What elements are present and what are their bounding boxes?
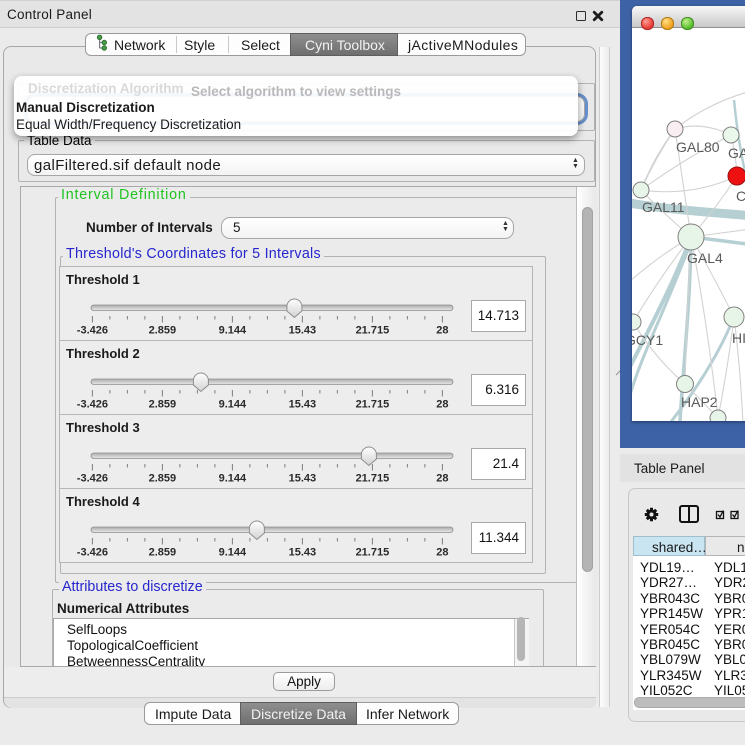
svg-text:28: 28: [436, 473, 448, 485]
svg-text:GAL3: GAL3: [728, 145, 745, 161]
svg-text:-3.426: -3.426: [77, 399, 108, 411]
svg-text:HIS: HIS: [732, 330, 745, 346]
svg-text:Threshold 4: Threshold 4: [66, 494, 140, 509]
svg-text:28: 28: [436, 547, 448, 559]
svg-text:21.715: 21.715: [356, 547, 390, 559]
svg-text:15.43: 15.43: [289, 399, 317, 411]
svg-text:28: 28: [436, 399, 448, 411]
svg-text:9.144: 9.144: [219, 473, 247, 485]
svg-text:-3.426: -3.426: [77, 473, 108, 485]
svg-text:Threshold 3: Threshold 3: [66, 420, 140, 435]
svg-text:28: 28: [436, 325, 448, 337]
svg-text:CDC: CDC: [736, 188, 745, 204]
svg-text:GAL4: GAL4: [687, 250, 723, 266]
svg-text:21.715: 21.715: [356, 399, 390, 411]
svg-text:HAP2: HAP2: [681, 394, 718, 410]
svg-text:2.859: 2.859: [149, 547, 177, 559]
svg-text:GAL80: GAL80: [676, 139, 720, 155]
svg-text:GAL11: GAL11: [642, 199, 685, 215]
svg-text:2.859: 2.859: [149, 325, 177, 337]
svg-text:-3.426: -3.426: [77, 547, 108, 559]
svg-text:9.144: 9.144: [219, 547, 247, 559]
svg-text:Threshold 1: Threshold 1: [66, 272, 140, 287]
svg-text:2.859: 2.859: [149, 473, 177, 485]
svg-text:Threshold 2: Threshold 2: [66, 346, 140, 361]
svg-text:2.859: 2.859: [149, 399, 177, 411]
svg-text:21.715: 21.715: [356, 473, 390, 485]
svg-text:GCY1: GCY1: [632, 332, 663, 348]
svg-text:15.43: 15.43: [289, 547, 317, 559]
svg-text:-3.426: -3.426: [77, 325, 108, 337]
svg-text:9.144: 9.144: [219, 325, 247, 337]
svg-text:15.43: 15.43: [289, 473, 317, 485]
svg-text:21.715: 21.715: [356, 325, 390, 337]
svg-text:15.43: 15.43: [289, 325, 317, 337]
svg-text:9.144: 9.144: [219, 399, 247, 411]
